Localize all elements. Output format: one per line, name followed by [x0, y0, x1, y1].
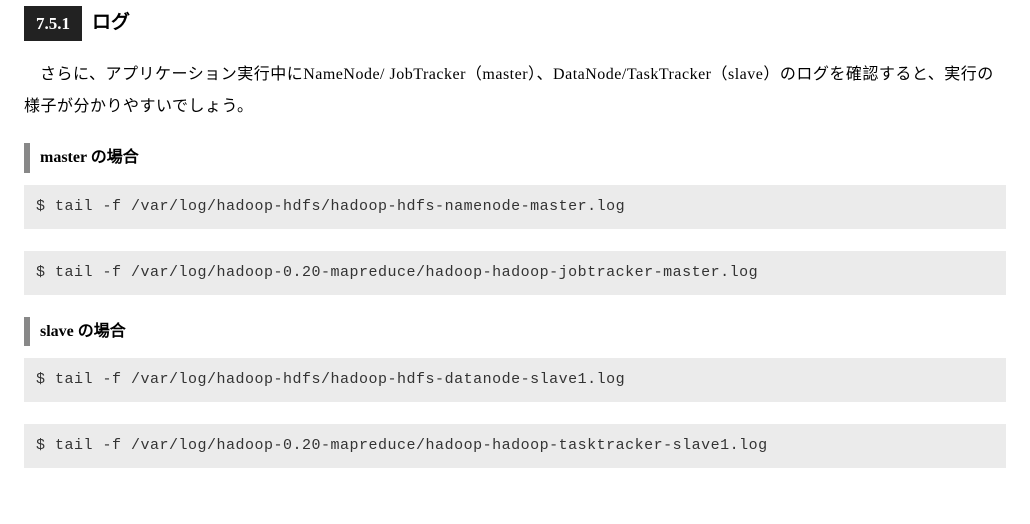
- code-block: $ tail -f /var/log/hadoop-0.20-mapreduce…: [24, 424, 1006, 468]
- code-block: $ tail -f /var/log/hadoop-0.20-mapreduce…: [24, 251, 1006, 295]
- subheading-master: master の場合: [24, 143, 1006, 173]
- intro-paragraph: さらに、アプリケーション実行中にNameNode/ JobTracker（mas…: [24, 59, 1006, 123]
- subheading-slave: slave の場合: [24, 317, 1006, 347]
- section-header: 7.5.1 ログ: [24, 6, 1006, 41]
- code-block: $ tail -f /var/log/hadoop-hdfs/hadoop-hd…: [24, 358, 1006, 402]
- section-title: ログ: [92, 8, 130, 38]
- section-number: 7.5.1: [24, 6, 82, 41]
- code-block: $ tail -f /var/log/hadoop-hdfs/hadoop-hd…: [24, 185, 1006, 229]
